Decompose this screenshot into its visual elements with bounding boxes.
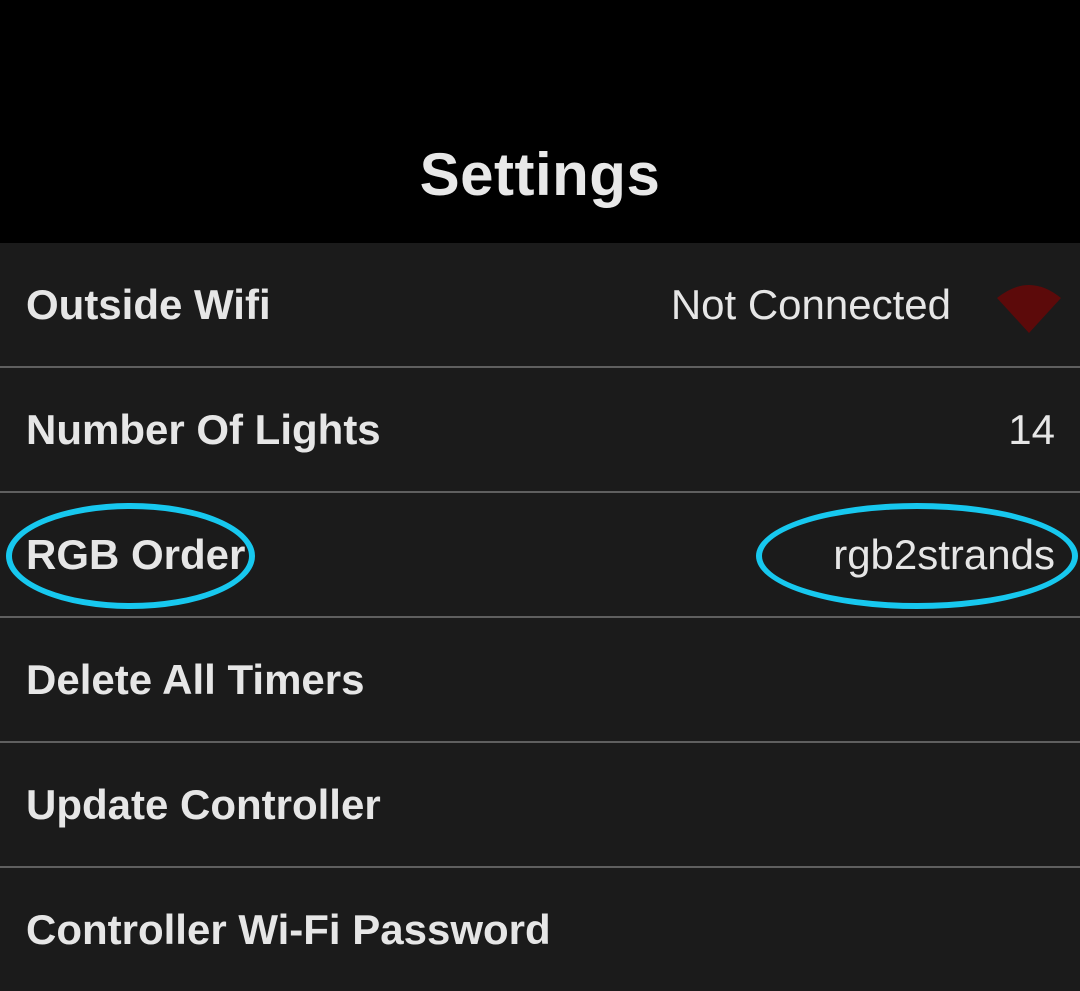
app-header: Settings bbox=[0, 0, 1080, 243]
rgb-order-value: rgb2strands bbox=[833, 531, 1055, 578]
setting-label: Controller Wi-Fi Password bbox=[26, 906, 551, 953]
setting-label: Delete All Timers bbox=[26, 656, 365, 703]
setting-row-rgb-order[interactable]: RGB Order rgb2strands bbox=[0, 493, 1080, 616]
setting-label: Outside Wifi bbox=[26, 281, 271, 328]
number-of-lights-value: 14 bbox=[1008, 406, 1055, 453]
setting-label: Update Controller bbox=[26, 781, 381, 828]
setting-label: Number Of Lights bbox=[26, 406, 381, 453]
page-title: Settings bbox=[419, 141, 661, 208]
wifi-status-value: Not Connected bbox=[670, 281, 951, 328]
setting-row-delete-all-timers[interactable]: Delete All Timers bbox=[0, 618, 1080, 741]
setting-label: RGB Order bbox=[26, 531, 246, 578]
setting-row-controller-wifi-password[interactable]: Controller Wi-Fi Password bbox=[0, 868, 1080, 991]
setting-row-number-of-lights[interactable]: Number Of Lights 14 bbox=[0, 368, 1080, 491]
setting-row-update-controller[interactable]: Update Controller bbox=[0, 743, 1080, 866]
settings-list: Outside Wifi Not Connected Number Of Lig… bbox=[0, 243, 1080, 991]
setting-row-outside-wifi[interactable]: Outside Wifi Not Connected bbox=[0, 243, 1080, 366]
wifi-icon bbox=[997, 285, 1061, 333]
